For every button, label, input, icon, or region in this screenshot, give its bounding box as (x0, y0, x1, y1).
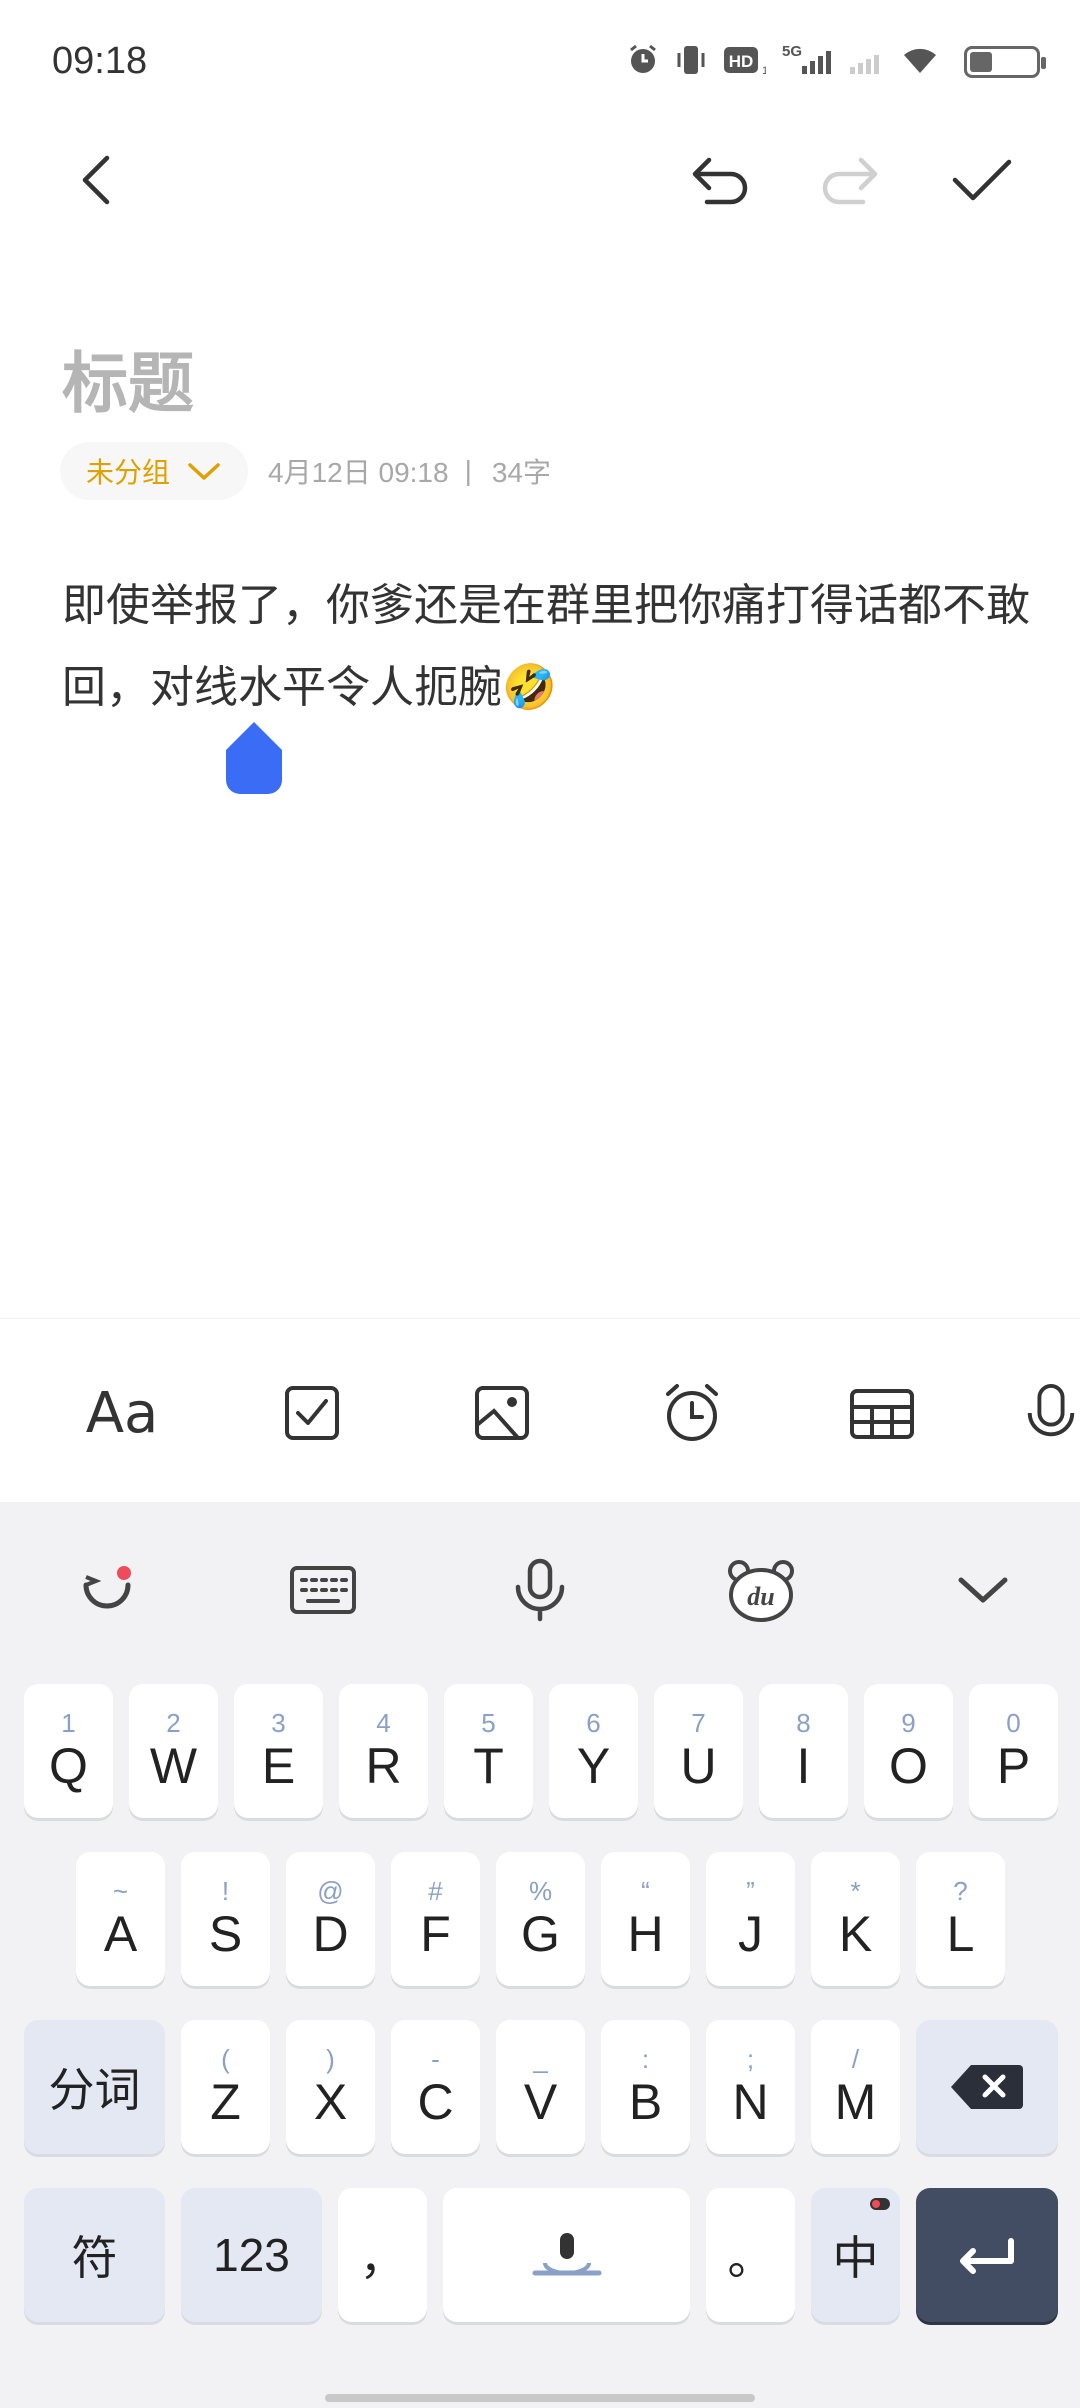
number-key[interactable]: 123 (181, 2188, 322, 2322)
microphone-icon (1027, 1384, 1075, 1437)
backspace-key[interactable] (916, 2020, 1058, 2154)
battery-icon: 5 (964, 46, 1046, 78)
word-count: 34字 (491, 457, 552, 488)
top-toolbar (0, 130, 1080, 230)
key-q[interactable]: 1Q (24, 1684, 113, 1818)
space-key[interactable] (443, 2188, 690, 2322)
hd-label: HD (729, 52, 754, 71)
font-style-button[interactable]: Aa (72, 1363, 172, 1463)
undo-button[interactable] (670, 130, 770, 230)
key-y[interactable]: 6Y (549, 1684, 638, 1818)
keyboard: du 1Q 2W 3E 4R 5T 6Y 7U 8I 9O 0P ~ A ! S @… (0, 1502, 1080, 2408)
signal-5g-icon: 5G (780, 42, 832, 78)
key-j[interactable]: ” J (706, 1852, 795, 1986)
key-s[interactable]: ! S (181, 1852, 270, 1986)
collapse-icon (958, 1577, 1008, 1603)
redo-icon (822, 157, 878, 205)
key-p[interactable]: 0P (969, 1684, 1058, 1818)
status-time: 09:18 (52, 40, 148, 82)
language-key[interactable]: 中 (811, 2188, 900, 2322)
key-o[interactable]: 9O (864, 1684, 953, 1818)
table-button[interactable] (832, 1363, 932, 1463)
image-button[interactable] (452, 1363, 552, 1463)
status-bar: 09:18 HD 1 5G 5 (0, 0, 1080, 120)
editor-toolbar: Aa (0, 1318, 1080, 1502)
home-indicator[interactable] (325, 2394, 755, 2402)
back-button[interactable] (46, 130, 146, 230)
key-m[interactable]: / M (811, 2020, 900, 2154)
emoji-button[interactable] (52, 1540, 162, 1640)
key-a[interactable]: ~ A (76, 1852, 165, 1986)
key-g[interactable]: % G (496, 1852, 585, 1986)
voice-input-button[interactable] (485, 1540, 595, 1640)
comma-key[interactable]: ， (338, 2188, 427, 2322)
du-bear-button[interactable]: du (706, 1540, 816, 1640)
reminder-button[interactable] (642, 1363, 742, 1463)
check-icon (952, 159, 1012, 201)
cursor-handle-icon[interactable] (226, 722, 282, 794)
chevron-down-icon (188, 463, 220, 480)
group-selector[interactable]: 未分组 (60, 442, 249, 500)
voice-note-button[interactable] (1022, 1363, 1080, 1463)
key-b[interactable]: :B (601, 2020, 690, 2154)
symbol-key[interactable]: 符 (24, 2188, 165, 2322)
language-indicator-icon (870, 2198, 890, 2210)
alarm-icon (626, 43, 660, 77)
done-button[interactable] (932, 130, 1032, 230)
collapse-keyboard-button[interactable] (928, 1540, 1038, 1640)
key-e[interactable]: 3E (234, 1684, 323, 1818)
keyboard-icon (290, 1566, 356, 1614)
period-key[interactable]: 。 (706, 2188, 795, 2322)
enter-key[interactable] (916, 2188, 1058, 2322)
wifi-icon (900, 43, 940, 77)
key-i[interactable]: 8I (759, 1684, 848, 1818)
enter-icon (960, 2238, 1014, 2274)
key-n[interactable]: ; N (706, 2020, 795, 2154)
svg-text:1: 1 (762, 65, 766, 77)
space-voice-icon (532, 2233, 601, 2276)
backspace-icon (951, 2065, 1023, 2109)
segment-key[interactable]: 分词 (24, 2020, 165, 2154)
key-l[interactable]: ? L (916, 1852, 1005, 1986)
du-bear-icon: du (728, 1560, 794, 1622)
key-r[interactable]: 4R (339, 1684, 428, 1818)
checklist-button[interactable] (262, 1363, 362, 1463)
status-icons: HD 1 5G (626, 42, 940, 78)
note-body-text[interactable]: 即使举报了，你爹还是在群里把你痛打得话都不敢回，对线水平令人扼腕🤣 (62, 565, 1032, 729)
font-style-icon: Aa (85, 1380, 159, 1446)
key-d[interactable]: @ D (286, 1852, 375, 1986)
key-t[interactable]: 5T (444, 1684, 533, 1818)
undo-icon (692, 157, 748, 205)
svg-text:du: du (747, 1582, 774, 1611)
key-c[interactable]: -C (391, 2020, 480, 2154)
keyboard-toolbar: du (0, 1502, 1080, 1672)
key-f[interactable]: # F (391, 1852, 480, 1986)
vibrate-icon (674, 43, 708, 77)
key-x[interactable]: ) X (286, 2020, 375, 2154)
network-label: 5G (782, 43, 802, 60)
meta-separator: | (464, 455, 472, 486)
note-date: 4月12日 09:18 (268, 457, 449, 488)
hd-icon: HD 1 (722, 43, 766, 77)
key-k[interactable]: * K (811, 1852, 900, 1986)
key-w[interactable]: 2W (129, 1684, 218, 1818)
group-label: 未分组 (86, 457, 171, 488)
key-v[interactable]: _ V (496, 2020, 585, 2154)
emoji-icon (83, 1566, 131, 1609)
table-icon (850, 1389, 914, 1439)
voice-icon (515, 1558, 565, 1622)
image-icon (475, 1386, 529, 1440)
key-z[interactable]: (Z (181, 2020, 270, 2154)
redo-button[interactable] (800, 130, 900, 230)
key-u[interactable]: 7U (654, 1684, 743, 1818)
alarm-icon (666, 1384, 718, 1441)
battery-level: 5 (995, 47, 1009, 72)
title-input[interactable]: 标题 (62, 330, 194, 426)
back-arrow-icon (82, 155, 110, 205)
signal-icon (846, 43, 886, 77)
key-h[interactable]: “H (601, 1852, 690, 1986)
checklist-icon (285, 1386, 339, 1440)
meta-row: 未分组 4月12日 09:18 | 34字 (60, 442, 551, 500)
keyboard-switch-button[interactable] (268, 1540, 378, 1640)
